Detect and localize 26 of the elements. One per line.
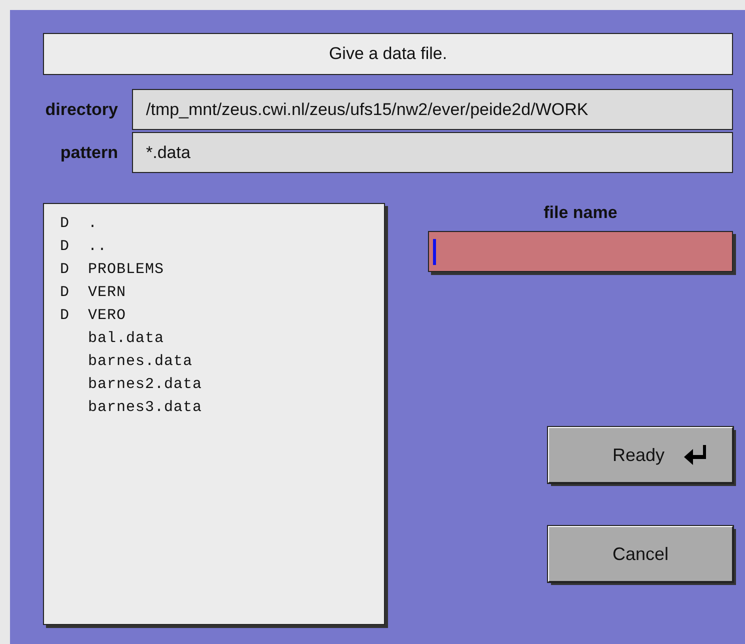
- file-list-item[interactable]: VERN: [88, 284, 126, 301]
- text-field[interactable]: *.data: [132, 132, 733, 173]
- entry-type-label: D: [60, 261, 71, 278]
- entry-type-label: D: [60, 284, 71, 301]
- field-label: pattern: [59, 142, 118, 162]
- text-cursor-icon: [433, 238, 436, 264]
- file-list-item[interactable]: bal.data: [88, 330, 164, 347]
- dialog-button[interactable]: Cancel: [548, 526, 733, 582]
- entry-type-label: D: [60, 238, 71, 255]
- file-list-item[interactable]: barnes.data: [88, 353, 193, 370]
- file-list-item[interactable]: barnes3.data: [88, 399, 202, 416]
- file-list[interactable]: D . D .. D PROBLEMS D VERN D VERO bal.data barnes.data barnes2.data barnes3.data: [43, 203, 385, 625]
- return-key-icon: [682, 445, 709, 465]
- file-list-item[interactable]: PROBLEMS: [88, 261, 164, 278]
- file-list-item[interactable]: VERO: [88, 307, 126, 324]
- field-label: file name: [542, 203, 618, 224]
- dialog-button[interactable]: Ready: [548, 427, 733, 483]
- prompt-banner: Give a data file.: [43, 33, 733, 75]
- file-name-field[interactable]: [428, 231, 733, 272]
- file-list-item[interactable]: barnes2.data: [88, 376, 202, 393]
- file-list-item[interactable]: .: [88, 215, 98, 232]
- entry-type-label: D: [60, 307, 71, 324]
- file-list-item[interactable]: ..: [88, 238, 108, 255]
- field-label: directory: [44, 100, 118, 120]
- entry-type-label: D: [60, 215, 71, 232]
- text-field[interactable]: /tmp_mnt/zeus.cwi.nl/zeus/ufs15/nw2/ever/peide2d/WORK: [132, 89, 733, 130]
